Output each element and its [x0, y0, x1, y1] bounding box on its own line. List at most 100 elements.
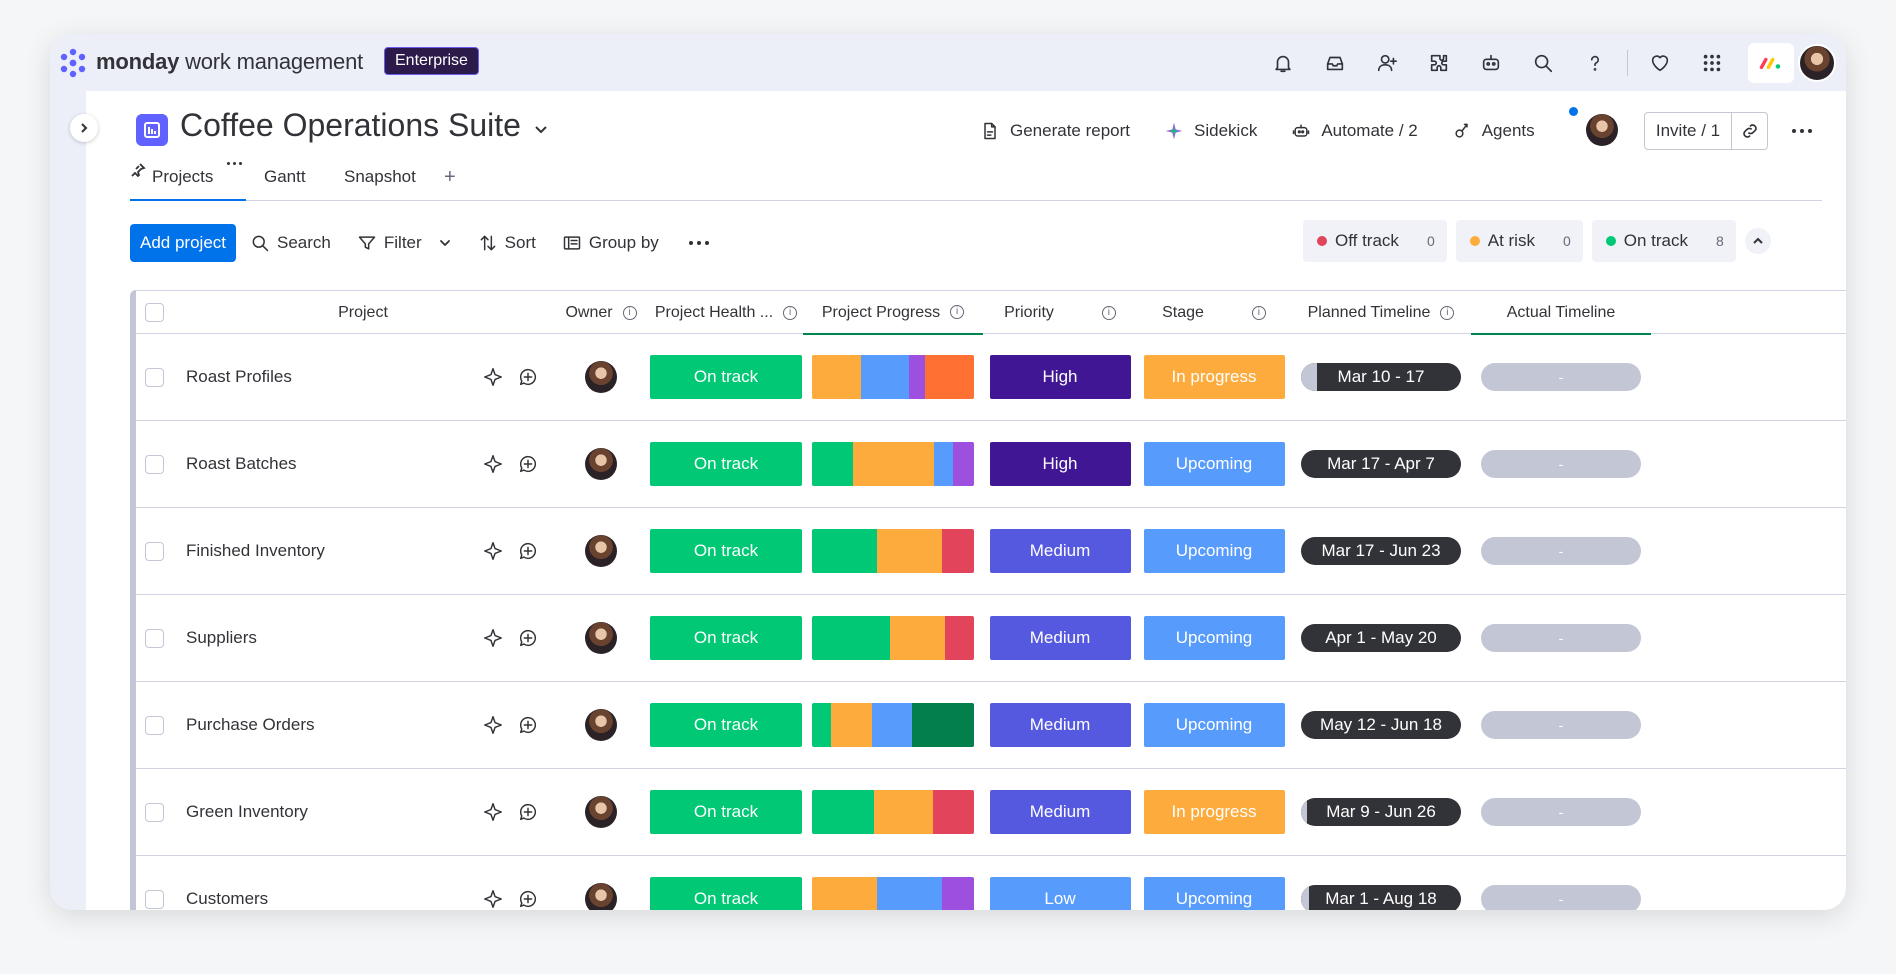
planned-timeline-cell[interactable]: Mar 9 - Jun 26 [1291, 769, 1471, 855]
project-name[interactable]: Green Inventory [186, 769, 466, 855]
project-name[interactable]: Suppliers [186, 595, 466, 681]
info-icon[interactable]: i [622, 305, 637, 320]
stage-cell[interactable]: Upcoming [1137, 508, 1291, 594]
expand-sidebar-button[interactable] [70, 114, 98, 142]
row-checkbox[interactable] [145, 541, 164, 561]
health-cell[interactable]: On track [649, 508, 803, 594]
add-update-icon[interactable] [511, 595, 545, 681]
project-name[interactable]: Customers [186, 856, 466, 910]
health-cell[interactable]: On track [649, 769, 803, 855]
owner-cell[interactable] [553, 769, 649, 855]
project-name[interactable]: Roast Batches [186, 421, 466, 507]
row-checkbox[interactable] [145, 454, 164, 474]
priority-cell[interactable]: Medium [983, 595, 1137, 681]
column-header-stage[interactable]: Stage i [1137, 291, 1291, 334]
ai-sparkle-icon[interactable] [476, 595, 510, 681]
tab-gantt[interactable]: Gantt [264, 162, 306, 192]
table-row[interactable]: Green Inventory On track Medium In progress… [136, 769, 1846, 856]
column-header-owner[interactable]: Owner i [553, 291, 649, 334]
row-checkbox[interactable] [145, 715, 164, 735]
ai-robot-icon[interactable] [1478, 50, 1504, 76]
table-row[interactable]: Customers On track Low Upcoming Mar 1 - Aug … [136, 856, 1846, 910]
column-header-actual-timeline[interactable]: Actual Timeline [1471, 291, 1651, 335]
stage-cell[interactable]: Upcoming [1137, 421, 1291, 507]
add-project-button[interactable]: Add project [130, 224, 236, 262]
search-icon[interactable] [1530, 50, 1556, 76]
tab-snapshot[interactable]: Snapshot [344, 162, 416, 192]
priority-cell[interactable]: Medium [983, 508, 1137, 594]
board-title[interactable]: Coffee Operations Suite [180, 107, 521, 144]
health-cell[interactable]: On track [649, 334, 803, 420]
column-header-planned-timeline[interactable]: Planned Timeline i [1291, 291, 1471, 334]
table-row[interactable]: Finished Inventory On track Medium Upcoming… [136, 508, 1846, 595]
status-off-track[interactable]: Off track 0 [1303, 220, 1447, 262]
table-row[interactable]: Purchase Orders On track Medium Upcoming May… [136, 682, 1846, 769]
tab-options-icon[interactable] [227, 162, 243, 165]
actual-timeline-cell[interactable]: - [1471, 769, 1651, 855]
help-icon[interactable] [1582, 50, 1608, 76]
owner-cell[interactable] [553, 508, 649, 594]
filter-chevron-down-icon[interactable] [438, 236, 452, 250]
owner-cell[interactable] [553, 421, 649, 507]
info-icon[interactable]: i [1440, 305, 1455, 320]
add-update-icon[interactable] [511, 769, 545, 855]
agents-button[interactable]: Agents [1452, 121, 1535, 141]
planned-timeline-cell[interactable]: Mar 17 - Apr 7 [1291, 421, 1471, 507]
select-all-checkbox[interactable] [145, 303, 164, 322]
progress-cell[interactable] [803, 421, 983, 507]
info-icon[interactable]: i [1101, 305, 1116, 320]
planned-timeline-cell[interactable]: Apr 1 - May 20 [1291, 595, 1471, 681]
sort-button[interactable]: Sort [478, 233, 536, 253]
group-by-button[interactable]: Group by [562, 233, 659, 253]
stage-cell[interactable]: Upcoming [1137, 856, 1291, 910]
status-at-risk[interactable]: At risk 0 [1455, 220, 1583, 262]
ai-sparkle-icon[interactable] [476, 334, 510, 420]
toolbar-more-icon[interactable] [688, 241, 709, 245]
ai-sparkle-icon[interactable] [476, 508, 510, 594]
priority-cell[interactable]: Low [983, 856, 1137, 910]
info-icon[interactable]: i [783, 305, 798, 320]
planned-timeline-cell[interactable]: Mar 1 - Aug 18 [1291, 856, 1471, 910]
add-update-icon[interactable] [511, 508, 545, 594]
add-update-icon[interactable] [511, 856, 545, 910]
status-on-track[interactable]: On track 8 [1591, 220, 1736, 262]
ai-sparkle-icon[interactable] [476, 682, 510, 768]
project-name[interactable]: Finished Inventory [186, 508, 466, 594]
row-checkbox[interactable] [145, 367, 164, 387]
app-switcher-grid-icon[interactable] [1699, 50, 1725, 76]
favorites-heart-icon[interactable] [1647, 50, 1673, 76]
planned-timeline-cell[interactable]: May 12 - Jun 18 [1291, 682, 1471, 768]
progress-cell[interactable] [803, 856, 983, 910]
column-header-progress[interactable]: Project Progress i [803, 291, 983, 335]
user-avatar[interactable] [1798, 43, 1836, 82]
notifications-bell-icon[interactable] [1270, 50, 1296, 76]
row-checkbox[interactable] [145, 802, 164, 822]
column-header-project[interactable]: Project [173, 291, 553, 334]
account-monday-logo-icon[interactable] [1748, 42, 1794, 83]
actual-timeline-cell[interactable]: - [1471, 856, 1651, 910]
owner-cell[interactable] [553, 334, 649, 420]
owner-cell[interactable] [553, 856, 649, 910]
actual-timeline-cell[interactable]: - [1471, 682, 1651, 768]
copy-link-icon[interactable] [1732, 113, 1767, 149]
add-update-icon[interactable] [511, 421, 545, 507]
board-more-options-icon[interactable] [1788, 118, 1816, 144]
stage-cell[interactable]: Upcoming [1137, 682, 1291, 768]
board-owner-avatar[interactable] [1586, 114, 1618, 146]
filter-button[interactable]: Filter [357, 233, 452, 253]
owner-cell[interactable] [553, 682, 649, 768]
add-update-icon[interactable] [511, 682, 545, 768]
stage-cell[interactable]: In progress [1137, 334, 1291, 420]
health-cell[interactable]: On track [649, 595, 803, 681]
actual-timeline-cell[interactable]: - [1471, 508, 1651, 594]
progress-cell[interactable] [803, 769, 983, 855]
priority-cell[interactable]: Medium [983, 769, 1137, 855]
health-cell[interactable]: On track [649, 682, 803, 768]
monday-logo-icon[interactable] [56, 46, 90, 80]
priority-cell[interactable]: High [983, 421, 1137, 507]
column-header-priority[interactable]: Priority i [983, 291, 1137, 334]
actual-timeline-cell[interactable]: - [1471, 595, 1651, 681]
table-row[interactable]: Suppliers On track Medium Upcoming Apr 1 - M… [136, 595, 1846, 682]
ai-sparkle-icon[interactable] [476, 421, 510, 507]
ai-sparkle-icon[interactable] [476, 856, 510, 910]
